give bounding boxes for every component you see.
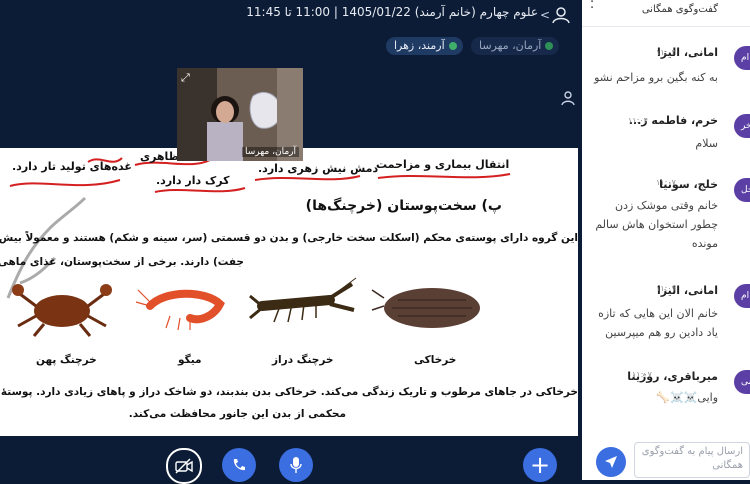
slide-paragraph: خرخاکی در جاهای مرطوب و تاریک زندگی می‌ک… bbox=[0, 386, 578, 398]
presentation-slide: غده‌های تولید تار دارد. ظاهری انتقال بیم… bbox=[0, 148, 578, 436]
add-button[interactable]: + bbox=[523, 448, 557, 482]
slide-paragraph: جفت) دارند. برخی از سخت‌پوستان، غذای ماه… bbox=[0, 256, 244, 268]
slide-fragment: انتقال بیماری و مزاحمت bbox=[376, 158, 510, 171]
animal-label: میگو bbox=[178, 354, 202, 366]
avatar: می bbox=[734, 370, 750, 394]
more-options-icon[interactable]: · · bbox=[590, 0, 594, 15]
mic-icon bbox=[545, 42, 554, 50]
animal-label: خرچنگ دراز bbox=[272, 354, 334, 366]
webcam-video[interactable]: ⤢ آرمان، مهرسا bbox=[177, 68, 303, 161]
message-text: به کنه بگین برو مزاحم نشو bbox=[594, 71, 718, 84]
animal-images bbox=[12, 277, 480, 337]
crayfish-image bbox=[249, 277, 357, 323]
mic-icon bbox=[290, 457, 302, 473]
chevron-left-icon[interactable]: < bbox=[540, 8, 550, 22]
main-area: < علوم چهارم (خانم آرمند) 1405/01/22 | 1… bbox=[0, 0, 580, 484]
message-time: ۱۱:۰۳ bbox=[656, 48, 676, 57]
meeting-title: علوم چهارم (خانم آرمند) 1405/01/22 | 11:… bbox=[246, 5, 538, 19]
message-time: ۱۱:۰۷ bbox=[656, 178, 676, 187]
message-time: ۱۱:۰۴ bbox=[628, 116, 648, 125]
avatar: خر bbox=[734, 114, 750, 138]
slide-heading: پ) سخت‌پوستان (خرچنگ‌ها) bbox=[305, 198, 502, 214]
participant-pill[interactable]: آرمان، مهرسا bbox=[471, 37, 560, 55]
slide-fragment: غده‌های تولید تار دارد. bbox=[12, 160, 132, 173]
chat-header: · · گفت‌وگوی همگانی bbox=[582, 0, 750, 27]
avatar: خل bbox=[734, 178, 750, 202]
slide-paragraph: محکمی از بدن این جانور محافظت می‌کند. bbox=[128, 408, 346, 420]
video-caption: آرمان، مهرسا bbox=[241, 147, 299, 157]
camera-off-icon bbox=[175, 458, 193, 474]
avatar: ام bbox=[734, 284, 750, 308]
send-icon bbox=[605, 456, 617, 468]
expand-icon[interactable]: ⤢ bbox=[181, 71, 190, 85]
crab-image bbox=[12, 284, 112, 337]
phone-icon bbox=[233, 459, 245, 471]
participant-name: آرمند، زهرا bbox=[394, 39, 445, 52]
plus-icon: + bbox=[529, 451, 551, 479]
camera-off-button[interactable] bbox=[166, 448, 202, 484]
animal-label: خرچنگ پهن bbox=[36, 354, 97, 366]
message-text: سلام bbox=[695, 137, 718, 150]
message-time: ۱۱:۰۷ bbox=[632, 370, 652, 379]
message-text: وایی☠️☠️🦴 bbox=[656, 391, 718, 404]
slide-paragraph: این گروه دارای پوسته‌ی محکم (اسکلت سخت خ… bbox=[0, 232, 578, 244]
slide-fragment: کرک دار دارد. bbox=[156, 174, 230, 187]
animal-label: خرخاکی bbox=[414, 354, 457, 366]
mic-button[interactable] bbox=[279, 448, 313, 482]
participant-pill-presenter[interactable]: آرمند، زهرا bbox=[386, 37, 463, 55]
user-icon[interactable] bbox=[550, 6, 572, 24]
message-time: ۱۱:۰۷ bbox=[656, 284, 676, 293]
message-text: خانم الان این هایی که تازه یاد دادین رو … bbox=[598, 307, 718, 339]
woodlouse-image bbox=[371, 288, 480, 328]
shrimp-image bbox=[135, 289, 225, 331]
message-text: خانم وقتی موشک زدن چطور استخوان هاش سالم… bbox=[595, 199, 718, 250]
audio-button[interactable] bbox=[222, 448, 256, 482]
chat-input-bar: ارسال پیام به گفت‌وگوی همگانی bbox=[582, 436, 750, 480]
chat-panel: · · گفت‌وگوی همگانی ام امانی، الیزا ۱۱:۰۳… bbox=[580, 0, 750, 480]
send-button[interactable] bbox=[596, 447, 626, 477]
slide-fragment: دمش نیش زهری دارد. bbox=[258, 162, 379, 175]
slide-fragment: ظاهری bbox=[140, 150, 180, 163]
avatar: ام bbox=[734, 46, 750, 70]
mic-icon bbox=[448, 42, 457, 50]
chat-input[interactable]: ارسال پیام به گفت‌وگوی همگانی bbox=[634, 442, 750, 478]
person-icon[interactable] bbox=[560, 90, 576, 106]
top-bar: < علوم چهارم (خانم آرمند) 1405/01/22 | 1… bbox=[0, 0, 580, 30]
chat-title: گفت‌وگوی همگانی bbox=[641, 4, 718, 15]
participant-name: آرمان، مهرسا bbox=[479, 39, 542, 52]
